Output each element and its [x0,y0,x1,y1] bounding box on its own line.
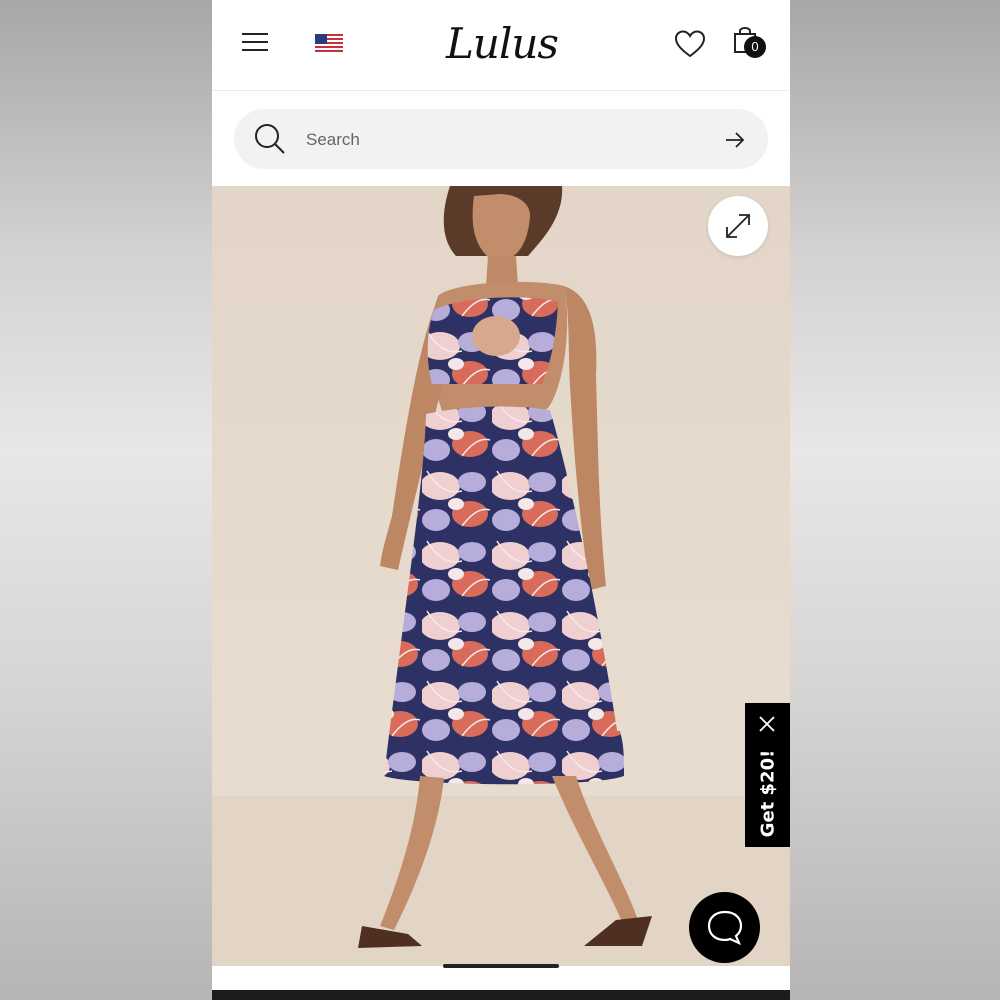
us-flag-icon[interactable] [315,34,343,52]
chat-button[interactable] [689,892,760,963]
search-section [212,91,790,186]
phone-viewport: Lulus 0 Search Get $20! [212,0,790,1000]
product-image[interactable] [212,186,790,966]
expand-button[interactable] [708,196,768,256]
expand-icon [726,214,750,238]
search-icon [254,123,286,155]
lulus-logo[interactable]: Lulus [442,18,562,70]
bottom-bar [212,990,790,1000]
close-icon[interactable] [758,715,776,733]
arrow-right-icon[interactable] [724,129,746,151]
product-photo [212,186,790,966]
chat-bubble-icon [707,910,743,946]
promo-label[interactable]: Get $20! [745,743,790,843]
bag-count-badge: 0 [744,36,766,58]
home-indicator [443,964,559,968]
hamburger-menu-icon[interactable] [242,30,270,54]
heart-icon[interactable] [674,30,706,58]
promo-tab[interactable]: Get $20! [745,703,790,847]
site-header: Lulus 0 [212,0,790,91]
search-bar[interactable] [234,109,768,169]
search-input[interactable] [304,123,688,157]
